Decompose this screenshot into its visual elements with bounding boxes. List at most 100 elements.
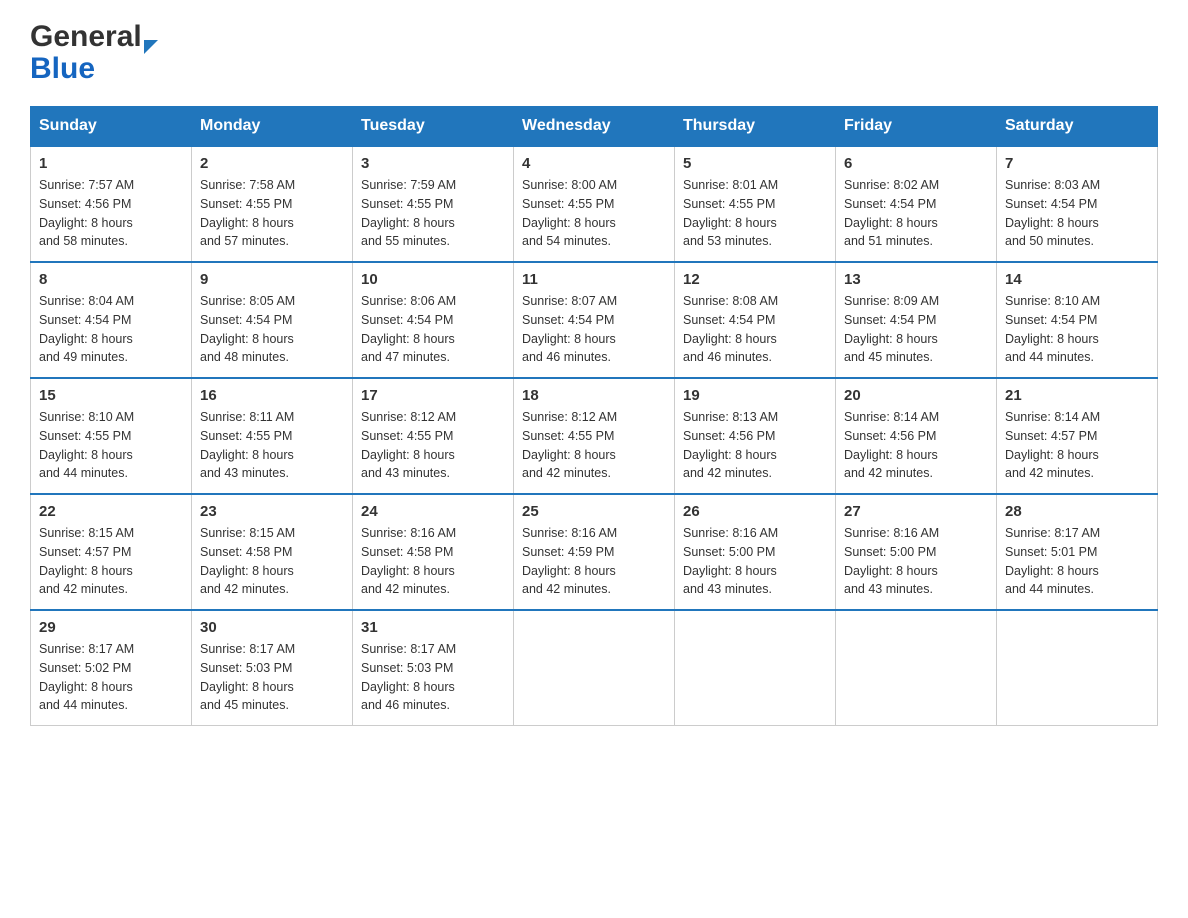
weekday-header-thursday: Thursday	[675, 107, 836, 147]
day-info: Sunrise: 8:07 AM Sunset: 4:54 PM Dayligh…	[522, 292, 666, 367]
day-number: 6	[844, 155, 988, 172]
day-number: 28	[1005, 503, 1149, 520]
day-number: 17	[361, 387, 505, 404]
calendar-day-cell: 1 Sunrise: 7:57 AM Sunset: 4:56 PM Dayli…	[31, 146, 192, 262]
calendar-day-cell: 3 Sunrise: 7:59 AM Sunset: 4:55 PM Dayli…	[353, 146, 514, 262]
calendar-week-row: 22 Sunrise: 8:15 AM Sunset: 4:57 PM Dayl…	[31, 494, 1158, 610]
weekday-header-wednesday: Wednesday	[514, 107, 675, 147]
calendar-day-cell: 5 Sunrise: 8:01 AM Sunset: 4:55 PM Dayli…	[675, 146, 836, 262]
empty-day-cell	[514, 610, 675, 726]
day-info: Sunrise: 8:01 AM Sunset: 4:55 PM Dayligh…	[683, 176, 827, 251]
day-number: 19	[683, 387, 827, 404]
day-number: 21	[1005, 387, 1149, 404]
calendar-week-row: 1 Sunrise: 7:57 AM Sunset: 4:56 PM Dayli…	[31, 146, 1158, 262]
day-number: 13	[844, 271, 988, 288]
day-info: Sunrise: 8:15 AM Sunset: 4:58 PM Dayligh…	[200, 524, 344, 599]
calendar-day-cell: 22 Sunrise: 8:15 AM Sunset: 4:57 PM Dayl…	[31, 494, 192, 610]
empty-day-cell	[675, 610, 836, 726]
day-info: Sunrise: 7:57 AM Sunset: 4:56 PM Dayligh…	[39, 176, 183, 251]
weekday-header-tuesday: Tuesday	[353, 107, 514, 147]
day-info: Sunrise: 8:17 AM Sunset: 5:03 PM Dayligh…	[200, 640, 344, 715]
calendar-day-cell: 8 Sunrise: 8:04 AM Sunset: 4:54 PM Dayli…	[31, 262, 192, 378]
weekday-header-monday: Monday	[192, 107, 353, 147]
calendar-day-cell: 25 Sunrise: 8:16 AM Sunset: 4:59 PM Dayl…	[514, 494, 675, 610]
page-header: General Blue	[30, 20, 1158, 86]
calendar-day-cell: 6 Sunrise: 8:02 AM Sunset: 4:54 PM Dayli…	[836, 146, 997, 262]
day-info: Sunrise: 8:14 AM Sunset: 4:56 PM Dayligh…	[844, 408, 988, 483]
day-number: 7	[1005, 155, 1149, 172]
day-number: 20	[844, 387, 988, 404]
day-info: Sunrise: 8:04 AM Sunset: 4:54 PM Dayligh…	[39, 292, 183, 367]
calendar-day-cell: 17 Sunrise: 8:12 AM Sunset: 4:55 PM Dayl…	[353, 378, 514, 494]
day-info: Sunrise: 8:16 AM Sunset: 5:00 PM Dayligh…	[844, 524, 988, 599]
day-number: 31	[361, 619, 505, 636]
calendar-day-cell: 23 Sunrise: 8:15 AM Sunset: 4:58 PM Dayl…	[192, 494, 353, 610]
day-info: Sunrise: 8:08 AM Sunset: 4:54 PM Dayligh…	[683, 292, 827, 367]
day-number: 5	[683, 155, 827, 172]
calendar-day-cell: 27 Sunrise: 8:16 AM Sunset: 5:00 PM Dayl…	[836, 494, 997, 610]
day-info: Sunrise: 8:15 AM Sunset: 4:57 PM Dayligh…	[39, 524, 183, 599]
day-info: Sunrise: 8:10 AM Sunset: 4:55 PM Dayligh…	[39, 408, 183, 483]
day-info: Sunrise: 8:17 AM Sunset: 5:02 PM Dayligh…	[39, 640, 183, 715]
calendar-day-cell: 21 Sunrise: 8:14 AM Sunset: 4:57 PM Dayl…	[997, 378, 1158, 494]
calendar-day-cell: 24 Sunrise: 8:16 AM Sunset: 4:58 PM Dayl…	[353, 494, 514, 610]
day-info: Sunrise: 8:05 AM Sunset: 4:54 PM Dayligh…	[200, 292, 344, 367]
calendar-day-cell: 28 Sunrise: 8:17 AM Sunset: 5:01 PM Dayl…	[997, 494, 1158, 610]
day-info: Sunrise: 7:58 AM Sunset: 4:55 PM Dayligh…	[200, 176, 344, 251]
day-info: Sunrise: 8:12 AM Sunset: 4:55 PM Dayligh…	[522, 408, 666, 483]
calendar-day-cell: 29 Sunrise: 8:17 AM Sunset: 5:02 PM Dayl…	[31, 610, 192, 726]
calendar-day-cell: 26 Sunrise: 8:16 AM Sunset: 5:00 PM Dayl…	[675, 494, 836, 610]
weekday-header-saturday: Saturday	[997, 107, 1158, 147]
calendar-day-cell: 16 Sunrise: 8:11 AM Sunset: 4:55 PM Dayl…	[192, 378, 353, 494]
day-info: Sunrise: 8:16 AM Sunset: 5:00 PM Dayligh…	[683, 524, 827, 599]
day-info: Sunrise: 8:11 AM Sunset: 4:55 PM Dayligh…	[200, 408, 344, 483]
day-number: 11	[522, 271, 666, 288]
calendar-day-cell: 18 Sunrise: 8:12 AM Sunset: 4:55 PM Dayl…	[514, 378, 675, 494]
day-info: Sunrise: 8:00 AM Sunset: 4:55 PM Dayligh…	[522, 176, 666, 251]
calendar-week-row: 15 Sunrise: 8:10 AM Sunset: 4:55 PM Dayl…	[31, 378, 1158, 494]
day-info: Sunrise: 8:17 AM Sunset: 5:03 PM Dayligh…	[361, 640, 505, 715]
day-info: Sunrise: 8:14 AM Sunset: 4:57 PM Dayligh…	[1005, 408, 1149, 483]
day-number: 24	[361, 503, 505, 520]
day-number: 30	[200, 619, 344, 636]
calendar-day-cell: 12 Sunrise: 8:08 AM Sunset: 4:54 PM Dayl…	[675, 262, 836, 378]
day-number: 16	[200, 387, 344, 404]
calendar-week-row: 29 Sunrise: 8:17 AM Sunset: 5:02 PM Dayl…	[31, 610, 1158, 726]
day-number: 22	[39, 503, 183, 520]
calendar-day-cell: 11 Sunrise: 8:07 AM Sunset: 4:54 PM Dayl…	[514, 262, 675, 378]
day-info: Sunrise: 8:09 AM Sunset: 4:54 PM Dayligh…	[844, 292, 988, 367]
day-number: 12	[683, 271, 827, 288]
day-number: 14	[1005, 271, 1149, 288]
calendar-week-row: 8 Sunrise: 8:04 AM Sunset: 4:54 PM Dayli…	[31, 262, 1158, 378]
calendar-day-cell: 14 Sunrise: 8:10 AM Sunset: 4:54 PM Dayl…	[997, 262, 1158, 378]
day-number: 15	[39, 387, 183, 404]
day-info: Sunrise: 8:16 AM Sunset: 4:58 PM Dayligh…	[361, 524, 505, 599]
day-number: 25	[522, 503, 666, 520]
day-number: 1	[39, 155, 183, 172]
logo-blue-text: Blue	[30, 52, 95, 85]
calendar-day-cell: 15 Sunrise: 8:10 AM Sunset: 4:55 PM Dayl…	[31, 378, 192, 494]
day-info: Sunrise: 8:10 AM Sunset: 4:54 PM Dayligh…	[1005, 292, 1149, 367]
day-info: Sunrise: 8:13 AM Sunset: 4:56 PM Dayligh…	[683, 408, 827, 483]
calendar-day-cell: 30 Sunrise: 8:17 AM Sunset: 5:03 PM Dayl…	[192, 610, 353, 726]
day-info: Sunrise: 8:12 AM Sunset: 4:55 PM Dayligh…	[361, 408, 505, 483]
day-number: 2	[200, 155, 344, 172]
day-number: 18	[522, 387, 666, 404]
day-info: Sunrise: 8:02 AM Sunset: 4:54 PM Dayligh…	[844, 176, 988, 251]
calendar-day-cell: 4 Sunrise: 8:00 AM Sunset: 4:55 PM Dayli…	[514, 146, 675, 262]
calendar-day-cell: 31 Sunrise: 8:17 AM Sunset: 5:03 PM Dayl…	[353, 610, 514, 726]
calendar-day-cell: 7 Sunrise: 8:03 AM Sunset: 4:54 PM Dayli…	[997, 146, 1158, 262]
day-info: Sunrise: 8:16 AM Sunset: 4:59 PM Dayligh…	[522, 524, 666, 599]
weekday-header-row: SundayMondayTuesdayWednesdayThursdayFrid…	[31, 107, 1158, 147]
calendar-day-cell: 19 Sunrise: 8:13 AM Sunset: 4:56 PM Dayl…	[675, 378, 836, 494]
day-number: 3	[361, 155, 505, 172]
calendar-day-cell: 9 Sunrise: 8:05 AM Sunset: 4:54 PM Dayli…	[192, 262, 353, 378]
day-number: 27	[844, 503, 988, 520]
calendar-day-cell: 2 Sunrise: 7:58 AM Sunset: 4:55 PM Dayli…	[192, 146, 353, 262]
calendar-day-cell: 20 Sunrise: 8:14 AM Sunset: 4:56 PM Dayl…	[836, 378, 997, 494]
calendar-table: SundayMondayTuesdayWednesdayThursdayFrid…	[30, 106, 1158, 726]
day-number: 26	[683, 503, 827, 520]
logo: General Blue	[30, 20, 158, 86]
day-number: 9	[200, 271, 344, 288]
weekday-header-friday: Friday	[836, 107, 997, 147]
